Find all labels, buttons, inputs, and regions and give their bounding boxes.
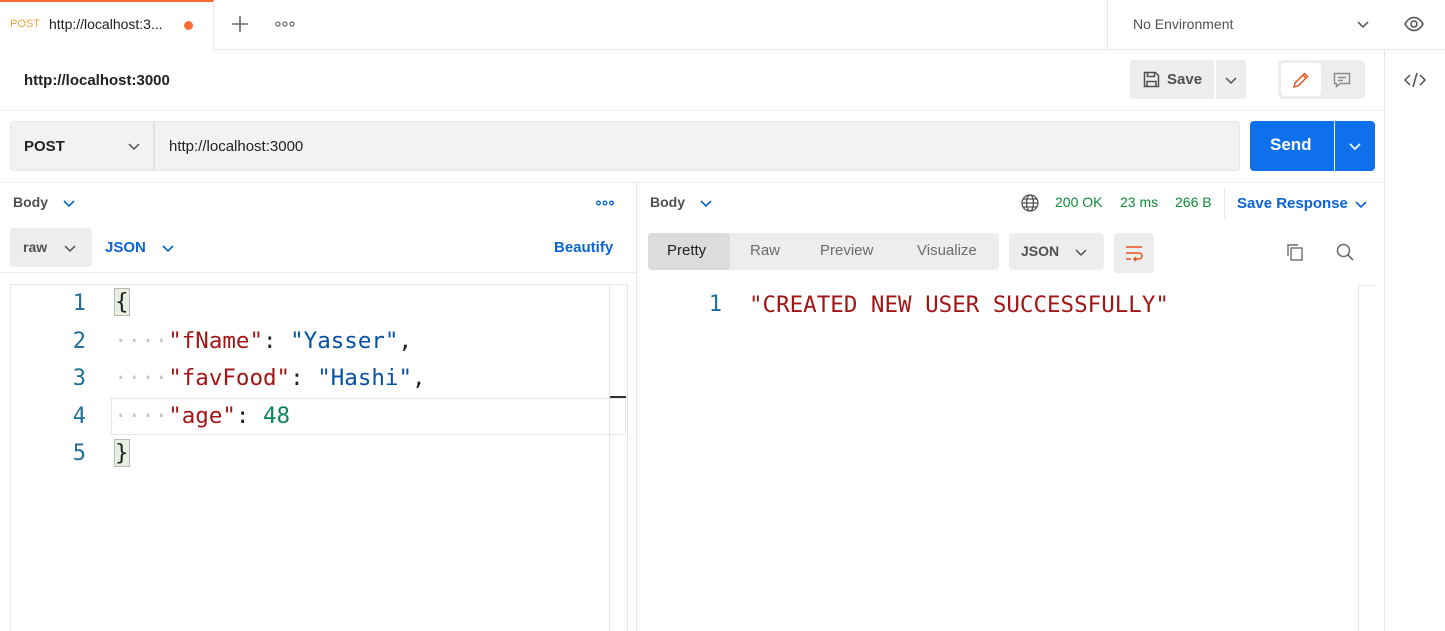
chevron-down-icon bbox=[1225, 77, 1237, 85]
chevron-down-icon[interactable] bbox=[62, 196, 76, 210]
pane-divider[interactable] bbox=[636, 183, 637, 631]
cursor-position-marker bbox=[610, 396, 626, 398]
json-colon: : bbox=[235, 403, 264, 429]
json-comma: , bbox=[412, 365, 426, 391]
comment-icon bbox=[1333, 72, 1351, 88]
json-string-value: "Yasser" bbox=[290, 328, 399, 354]
tab-preview[interactable]: Preview bbox=[820, 242, 873, 259]
header-divider bbox=[0, 110, 1384, 111]
tab-method-label: POST bbox=[10, 18, 40, 30]
chevron-down-icon[interactable] bbox=[161, 241, 175, 255]
response-scroll-top bbox=[1358, 285, 1376, 286]
code-line[interactable]: ····"age": 48 bbox=[114, 403, 290, 429]
edit-mode-button[interactable] bbox=[1281, 63, 1321, 96]
line-number: 5 bbox=[72, 441, 86, 466]
line-number: 1 bbox=[72, 291, 86, 316]
pencil-icon bbox=[1292, 72, 1309, 89]
response-size[interactable]: 266 B bbox=[1175, 194, 1212, 210]
json-string-value: "Hashi" bbox=[317, 365, 413, 391]
response-body-line[interactable]: "CREATED NEW USER SUCCESSFULLY" bbox=[749, 292, 1169, 318]
code-line[interactable]: ····"fName": "Yasser", bbox=[114, 328, 412, 354]
search-icon[interactable] bbox=[1335, 242, 1355, 262]
save-response-button[interactable]: Save Response bbox=[1237, 195, 1348, 212]
more-icon bbox=[275, 21, 295, 27]
globe-icon[interactable] bbox=[1020, 193, 1040, 213]
tab-pretty[interactable]: Pretty bbox=[667, 242, 706, 259]
request-body-tab[interactable]: Body bbox=[13, 194, 48, 210]
tab-raw[interactable]: Raw bbox=[750, 242, 780, 259]
tab-title[interactable]: http://localhost:3... bbox=[49, 16, 163, 32]
tab-more-button[interactable] bbox=[274, 14, 296, 34]
chevron-down-icon bbox=[1357, 21, 1369, 29]
json-colon: : bbox=[263, 328, 291, 354]
method-label: POST bbox=[24, 138, 65, 155]
indent-whitespace: ···· bbox=[114, 365, 169, 391]
save-button-label: Save bbox=[1167, 71, 1203, 88]
json-key: "age" bbox=[168, 403, 236, 429]
response-body-tab[interactable]: Body bbox=[650, 194, 685, 210]
url-input[interactable] bbox=[154, 121, 1240, 171]
code-line[interactable]: ····"favFood": "Hashi", bbox=[114, 365, 426, 391]
chevron-down-icon[interactable] bbox=[699, 196, 713, 210]
beautify-button[interactable]: Beautify bbox=[554, 239, 613, 256]
line-number: 1 bbox=[708, 292, 722, 317]
line-number: 2 bbox=[72, 329, 86, 354]
status-code[interactable]: 200 OK bbox=[1055, 194, 1102, 210]
chevron-down-icon bbox=[128, 143, 140, 151]
tab-visualize[interactable]: Visualize bbox=[917, 242, 977, 259]
json-key: "favFood" bbox=[168, 365, 291, 391]
indent-whitespace: ···· bbox=[114, 328, 169, 354]
response-time[interactable]: 23 ms bbox=[1120, 194, 1158, 210]
right-rail-divider bbox=[1384, 50, 1385, 631]
save-dropdown-button[interactable] bbox=[1216, 60, 1246, 99]
response-format-label: JSON bbox=[1021, 243, 1060, 259]
chevron-down-icon[interactable] bbox=[1354, 197, 1368, 211]
unsaved-dot-icon bbox=[184, 21, 193, 30]
request-body-divider bbox=[0, 272, 636, 273]
body-format-select[interactable]: JSON bbox=[105, 239, 146, 256]
json-comma: , bbox=[398, 328, 413, 354]
new-tab-button[interactable] bbox=[229, 13, 251, 35]
status-divider bbox=[1224, 188, 1225, 218]
send-button-label: Send bbox=[1270, 135, 1312, 154]
save-icon bbox=[1143, 71, 1160, 88]
request-title[interactable]: http://localhost:3000 bbox=[24, 72, 170, 89]
chevron-down-icon bbox=[1349, 143, 1361, 151]
code-icon[interactable] bbox=[1404, 70, 1426, 90]
json-key: "fName" bbox=[168, 328, 264, 354]
body-mode-label: raw bbox=[23, 239, 48, 255]
chevron-down-icon bbox=[64, 245, 76, 253]
indent-whitespace: ···· bbox=[114, 403, 169, 429]
chevron-down-icon bbox=[1075, 249, 1087, 257]
code-line[interactable]: { bbox=[114, 288, 130, 316]
environment-label: No Environment bbox=[1133, 16, 1234, 32]
eye-icon[interactable] bbox=[1403, 13, 1425, 35]
line-number: 3 bbox=[72, 366, 86, 391]
matched-brace: { bbox=[114, 288, 130, 316]
code-line[interactable]: } bbox=[114, 439, 130, 467]
json-colon: : bbox=[290, 365, 318, 391]
more-icon[interactable] bbox=[595, 195, 615, 211]
comment-mode-button[interactable] bbox=[1323, 63, 1363, 96]
response-scrollbar[interactable] bbox=[1358, 285, 1359, 631]
copy-icon[interactable] bbox=[1285, 242, 1305, 262]
matched-brace: } bbox=[114, 439, 130, 467]
url-divider bbox=[0, 182, 1384, 183]
line-number: 4 bbox=[72, 404, 86, 429]
json-number-value: 48 bbox=[263, 403, 291, 429]
wrap-lines-icon bbox=[1126, 246, 1143, 262]
editor-scrollbar[interactable] bbox=[609, 285, 610, 631]
plus-icon bbox=[232, 16, 248, 32]
